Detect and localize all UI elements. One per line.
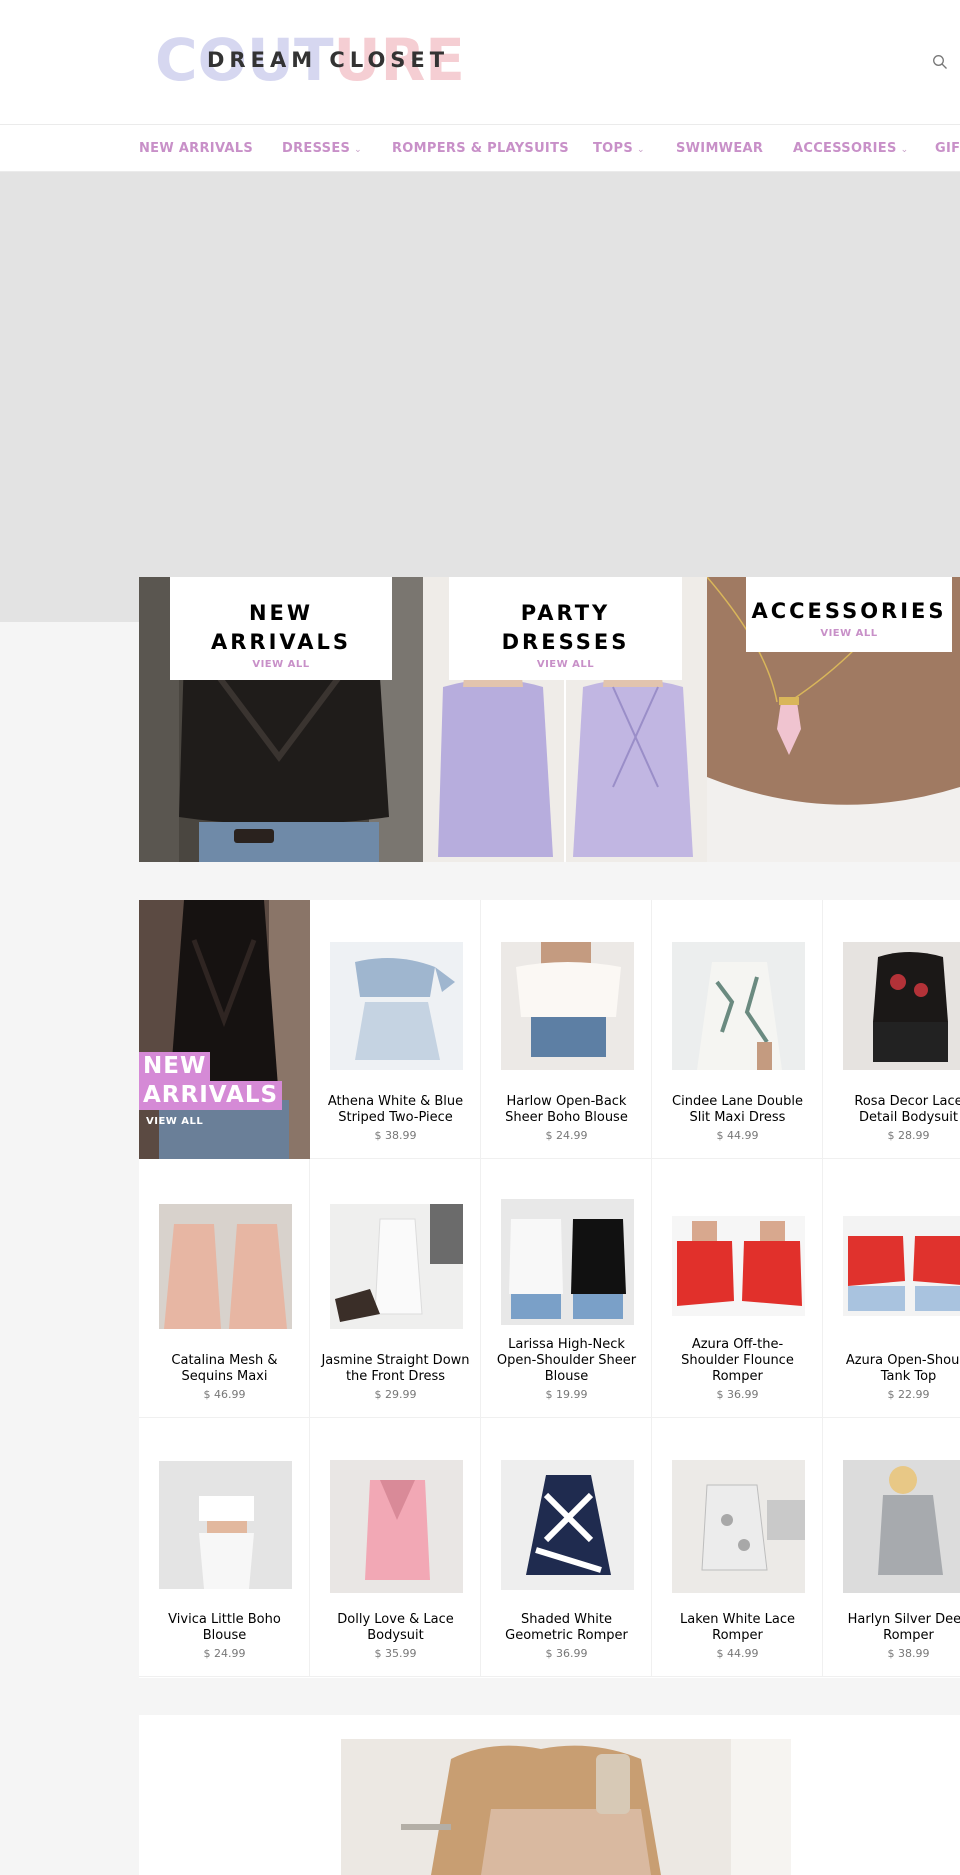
view-all-link[interactable]: VIEW ALL — [146, 1116, 203, 1127]
featured-new-arrivals[interactable]: NEW ARRIVALS VIEW ALL — [139, 900, 310, 1159]
product-name: Dolly Love & Lace Bodysuit — [337, 1612, 454, 1643]
featured-image-sequin-top[interactable] — [341, 1739, 791, 1875]
product-image — [672, 1216, 805, 1316]
logo-text: DREAM CLOSET — [207, 48, 450, 72]
product-card[interactable]: Cindee Lane Double Slit Maxi Dress $ 44.9… — [652, 900, 823, 1159]
product-image — [843, 1460, 960, 1593]
collection-tile-party-dresses[interactable]: PARTY DRESSES VIEW ALL — [423, 577, 707, 862]
product-name: Athena White & Blue Striped Two-Piece — [327, 1094, 464, 1125]
nav-label: SWIMWEAR — [676, 141, 764, 156]
search-icon[interactable] — [932, 54, 948, 70]
product-image — [672, 942, 805, 1070]
view-all-link[interactable]: VIEW ALL — [746, 628, 952, 639]
product-image — [501, 1460, 634, 1590]
product-name: Larissa High-Neck Open-Shoulder Sheer Blou… — [496, 1337, 637, 1384]
collection-label: ACCESSORIES VIEW ALL — [746, 577, 952, 652]
chevron-down-icon: ⌄ — [637, 145, 645, 155]
product-name: Rosa Decor Lace Detail Bodysuit — [854, 1094, 960, 1125]
nav-label: ACCESSORIES — [793, 141, 897, 156]
product-price: $ 36.99 — [545, 1647, 588, 1660]
site-logo[interactable]: COUTURE DREAM CLOSET — [155, 30, 465, 90]
product-price: $ 35.99 — [374, 1647, 417, 1660]
chevron-down-icon: ⌄ — [900, 145, 909, 155]
product-card[interactable]: Laken White Lace Romper $ 44.99 — [652, 1418, 823, 1677]
product-card[interactable]: Shaded White Geometric Romper $ 36.99 — [481, 1418, 652, 1677]
site-header: COUTURE DREAM CLOSET — [0, 0, 960, 124]
nav-label: DRESSES — [282, 141, 351, 156]
product-name: Azura Off-the- Shoulder Flounce Romper — [681, 1337, 794, 1384]
collection-label: NEW ARRIVALS VIEW ALL — [170, 577, 392, 680]
product-name: Vivica Little Boho Blouse — [168, 1612, 281, 1643]
main-nav: NEW ARRIVALS DRESSES ⌄ ROMPERS & PLAYSUIT… — [0, 124, 960, 172]
product-price: $ 38.99 — [374, 1129, 417, 1142]
product-price: $ 28.99 — [887, 1129, 930, 1142]
nav-item-rompers[interactable]: ROMPERS & PLAYSUITS — [392, 141, 569, 156]
product-card[interactable]: Catalina Mesh & Sequins Maxi $ 46.99 — [139, 1159, 310, 1418]
product-image — [159, 1461, 292, 1589]
nav-item-tops[interactable]: TOPS ⌄ — [593, 141, 645, 156]
product-card[interactable]: Harlow Open-Back Sheer Boho Blouse $ 24.9… — [481, 900, 652, 1159]
product-card[interactable]: Larissa High-Neck Open-Shoulder Sheer Blou… — [481, 1159, 652, 1418]
product-image — [501, 1199, 634, 1325]
product-price: $ 38.99 — [887, 1647, 930, 1660]
nav-item-dresses[interactable]: DRESSES ⌄ — [282, 141, 362, 156]
product-image — [843, 942, 960, 1070]
view-all-link[interactable]: VIEW ALL — [170, 659, 392, 670]
product-image — [330, 942, 463, 1070]
product-card[interactable]: Athena White & Blue Striped Two-Piece $ 3… — [310, 900, 481, 1159]
product-price: $ 46.99 — [203, 1388, 246, 1401]
collection-tiles: NEW ARRIVALS VIEW ALL PARTY DRESSES VIEW A… — [139, 577, 960, 862]
product-price: $ 44.99 — [716, 1129, 759, 1142]
nav-item-new-arrivals[interactable]: NEW ARRIVALS — [139, 141, 253, 156]
product-price: $ 36.99 — [716, 1388, 759, 1401]
product-price: $ 29.99 — [374, 1388, 417, 1401]
product-name: Cindee Lane Double Slit Maxi Dress — [672, 1094, 803, 1125]
product-name: Harlow Open-Back Sheer Boho Blouse — [505, 1094, 628, 1125]
collection-title: ACCESSORIES — [751, 599, 947, 623]
nav-item-accessories[interactable]: ACCESSORIES ⌄ — [793, 141, 908, 156]
collection-tile-new-arrivals[interactable]: NEW ARRIVALS VIEW ALL — [139, 577, 423, 862]
product-card[interactable]: Jasmine Straight Down the Front Dress $ 2… — [310, 1159, 481, 1418]
collection-label: PARTY DRESSES VIEW ALL — [449, 577, 682, 680]
nav-item-gifts[interactable]: GIF — [935, 141, 960, 156]
collection-title: NEW ARRIVALS — [211, 601, 351, 654]
product-card[interactable]: Dolly Love & Lace Bodysuit $ 35.99 — [310, 1418, 481, 1677]
product-image — [330, 1204, 463, 1329]
product-name: Azura Open-Should Tank Top — [845, 1353, 960, 1384]
product-image — [159, 1204, 292, 1329]
product-name: Shaded White Geometric Romper — [505, 1612, 628, 1643]
product-image — [330, 1460, 463, 1593]
product-image — [501, 942, 634, 1070]
collection-tile-accessories[interactable]: ACCESSORIES VIEW ALL — [707, 577, 960, 862]
product-name: Jasmine Straight Down the Front Dress — [321, 1353, 470, 1384]
view-all-link[interactable]: VIEW ALL — [449, 659, 682, 670]
product-name: Harlyn Silver Deep Romper — [847, 1612, 960, 1643]
collection-title: PARTY DRESSES — [501, 601, 630, 654]
product-name: Catalina Mesh & Sequins Maxi — [171, 1353, 278, 1384]
nav-label: ROMPERS & PLAYSUITS — [392, 141, 569, 156]
nav-item-swimwear[interactable]: SWIMWEAR — [676, 141, 763, 156]
product-price: $ 22.99 — [887, 1388, 930, 1401]
nav-label: NEW ARRIVALS — [139, 141, 254, 156]
product-card[interactable]: Vivica Little Boho Blouse $ 24.99 — [139, 1418, 310, 1677]
product-price: $ 24.99 — [545, 1129, 588, 1142]
chevron-down-icon: ⌄ — [354, 145, 363, 155]
product-card[interactable]: Azura Open-Should Tank Top $ 22.99 — [823, 1159, 960, 1418]
product-name: Laken White Lace Romper — [680, 1612, 795, 1643]
product-grid: NEW ARRIVALS VIEW ALL Athena White & Blue… — [139, 900, 960, 1678]
product-card[interactable]: Harlyn Silver Deep Romper $ 38.99 — [823, 1418, 960, 1677]
product-card[interactable]: Rosa Decor Lace Detail Bodysuit $ 28.99 — [823, 900, 960, 1159]
nav-label: TOPS — [593, 141, 634, 156]
bottom-feature — [139, 1715, 960, 1875]
nav-label: GIF — [935, 141, 960, 156]
product-price: $ 44.99 — [716, 1647, 759, 1660]
product-card[interactable]: Azura Off-the- Shoulder Flounce Romper $ 3… — [652, 1159, 823, 1418]
featured-title: NEW ARRIVALS — [139, 1052, 283, 1110]
product-price: $ 19.99 — [545, 1388, 588, 1401]
product-image — [843, 1216, 960, 1316]
product-image — [672, 1460, 805, 1593]
product-price: $ 24.99 — [203, 1647, 246, 1660]
hero-banner[interactable] — [0, 172, 960, 622]
